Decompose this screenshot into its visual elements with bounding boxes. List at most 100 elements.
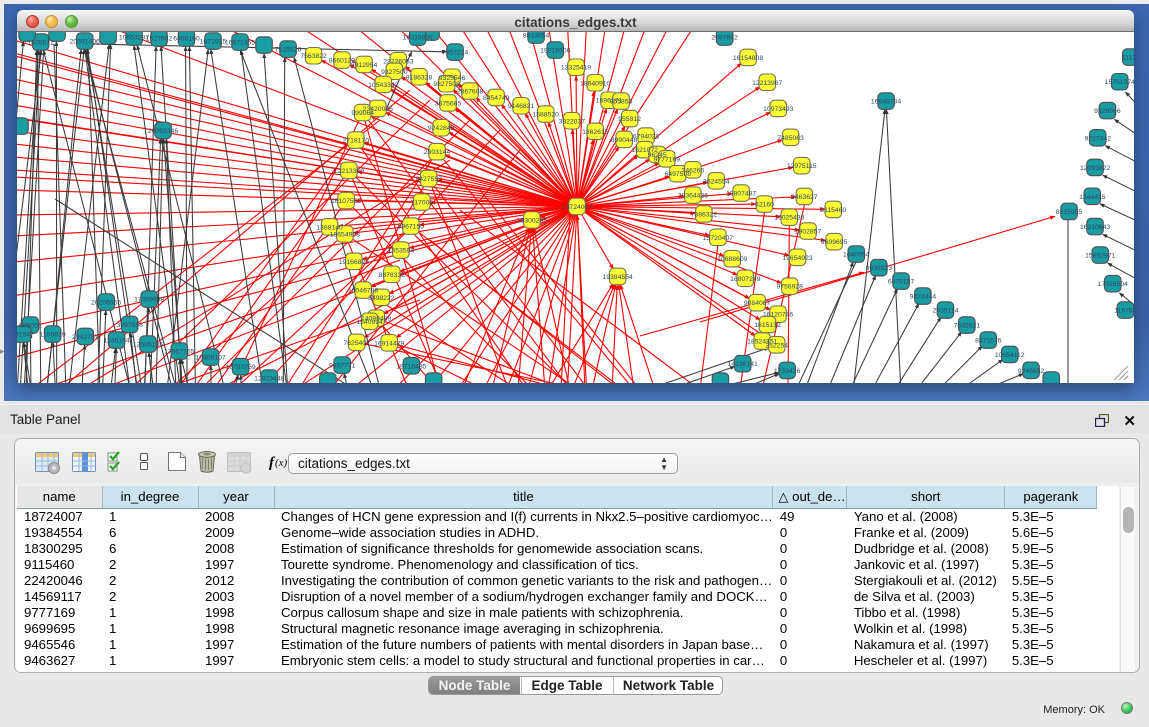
svg-text:20691406: 20691406 [70,39,100,46]
svg-text:3997588: 3997588 [116,322,143,329]
svg-text:1353594: 1353594 [388,248,415,255]
svg-text:62160: 62160 [755,202,774,209]
svg-text:746266: 746266 [682,167,705,174]
svg-text:10543342: 10543342 [368,82,398,89]
svg-text:23226053: 23226053 [383,58,413,65]
svg-text:1156819: 1156819 [40,332,66,339]
svg-text:17016504: 17016504 [1098,281,1128,288]
svg-text:9245652: 9245652 [1018,368,1045,375]
svg-text:10653287: 10653287 [119,35,149,42]
svg-text:2942757: 2942757 [72,334,99,341]
svg-text:7515526: 7515526 [275,47,302,54]
svg-text:19218506: 19218506 [540,48,570,55]
svg-text:18300295: 18300295 [517,217,547,224]
svg-text:16210643: 16210643 [1080,224,1110,231]
svg-text:9457771: 9457771 [329,363,356,370]
svg-text:16120746: 16120746 [763,312,793,319]
svg-text:12975115: 12975115 [787,163,817,170]
svg-text:16107553: 16107553 [331,198,361,205]
svg-text:9463627: 9463627 [791,194,818,201]
svg-text:1615132: 1615132 [754,322,781,329]
svg-text:3675685: 3675685 [435,100,462,107]
svg-text:116753: 116753 [1114,308,1134,315]
svg-text:9227342: 9227342 [1085,135,1112,142]
svg-text:8215955: 8215955 [1056,209,1083,216]
svg-text:17359938: 17359938 [134,297,164,304]
svg-text:12213967: 12213967 [752,80,782,87]
svg-text:1362615: 1362615 [582,129,609,136]
svg-text:20053346: 20053346 [148,128,178,135]
svg-text:7632621: 7632621 [954,323,981,330]
svg-text:19166825: 19166825 [339,259,369,266]
svg-text:9756928: 9756928 [776,284,803,291]
svg-text:3822037: 3822037 [559,118,586,125]
svg-text:1405571: 1405571 [27,40,54,47]
svg-text:8471676: 8471676 [975,338,1002,345]
svg-text:2803144: 2803144 [424,149,451,156]
svg-text:1640954: 1640954 [843,252,870,259]
svg-text:7386322: 7386322 [691,211,718,218]
svg-text:2867608: 2867608 [457,89,484,96]
svg-text:8912954: 8912954 [351,62,378,69]
svg-text:9474444: 9474444 [910,294,937,301]
svg-text:(x): (x) [275,457,288,469]
svg-text:955853: 955853 [610,99,633,106]
svg-text:12505135: 12505135 [133,342,163,349]
svg-text:10654908: 10654908 [330,231,360,238]
svg-text:717006: 717006 [410,200,433,207]
svg-text:20206555: 20206555 [91,300,121,307]
svg-text:2935114: 2935114 [933,308,959,315]
svg-text:1071915: 1071915 [200,39,227,46]
svg-text:9242845: 9242845 [428,125,455,132]
svg-text:19716485: 19716485 [396,363,426,370]
svg-text:12923448: 12923448 [254,376,284,383]
svg-text:2718170: 2718170 [343,138,370,145]
svg-text:9146821: 9146821 [508,103,535,110]
svg-text:18724007: 18724007 [562,204,592,211]
svg-text:16154808: 16154808 [733,55,763,62]
svg-text:7563822: 7563822 [300,53,327,60]
svg-text:9329966: 9329966 [1094,108,1121,115]
svg-text:9327508: 9327508 [433,81,460,88]
svg-text:3624554: 3624554 [703,178,730,185]
svg-text:252254: 252254 [765,342,788,349]
svg-text:10973493: 10973493 [763,106,793,113]
svg-text:1902857: 1902857 [795,229,822,236]
svg-text:16914479: 16914479 [374,340,404,347]
svg-text:8967150: 8967150 [398,224,425,231]
svg-text:12093822: 12093822 [1080,165,1110,172]
svg-text:12213369: 12213369 [334,168,364,175]
svg-text:1244415: 1244415 [1079,194,1106,201]
svg-text:1145194: 1145194 [104,338,130,345]
svg-text:8454749: 8454749 [483,95,510,102]
svg-text:9699695: 9699695 [821,239,848,246]
svg-text:1388140: 1388140 [316,224,343,231]
svg-text:7357224: 7357224 [442,50,469,57]
svg-text:10958107: 10958107 [195,355,225,362]
svg-text:991547: 991547 [17,332,34,339]
svg-text:3498222: 3498222 [368,295,395,302]
svg-text:18640910: 18640910 [580,80,610,87]
svg-text:18807249: 18807249 [730,276,760,283]
svg-text:15720407: 15720407 [703,235,733,242]
svg-text:9777169: 9777169 [654,156,681,163]
svg-text:9084067: 9084067 [744,300,771,307]
svg-text:6794028: 6794028 [633,134,660,141]
svg-text:10025438: 10025438 [774,215,804,222]
svg-text:1527602: 1527602 [146,36,173,43]
svg-text:14136141: 14136141 [728,361,758,368]
svg-text:15751074: 15751074 [1105,79,1134,86]
svg-text:16648784: 16648784 [871,99,901,106]
svg-text:7625402: 7625402 [343,340,370,347]
svg-text:685051: 685051 [19,323,42,330]
svg-text:8813054: 8813054 [523,33,550,40]
svg-text:8878332: 8878332 [379,272,406,279]
svg-text:16671355: 16671355 [225,40,255,47]
svg-text:19384554: 19384554 [602,274,632,281]
svg-text:13325419: 13325419 [561,65,591,72]
svg-text:1540994: 1540994 [356,319,383,326]
svg-text:6479197: 6479197 [888,279,915,286]
svg-text:15692971: 15692971 [1085,253,1115,260]
svg-text:10654112: 10654112 [995,352,1025,359]
svg-text:2087682: 2087682 [711,35,738,42]
